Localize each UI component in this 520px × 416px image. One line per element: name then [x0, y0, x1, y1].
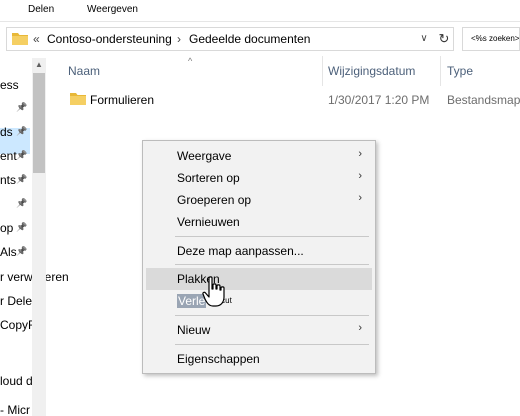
menu-item-label: Deze map aanpassen...: [177, 244, 304, 258]
pin-icon[interactable]: 📌: [16, 246, 27, 257]
search-input[interactable]: <%s zoeken>: [462, 27, 520, 51]
scroll-up-icon[interactable]: ▲: [32, 58, 46, 72]
row-type: Bestandsmap: [447, 93, 520, 107]
column-modified[interactable]: Wijzigingsdatum: [328, 64, 415, 78]
refresh-icon[interactable]: ↻: [436, 30, 452, 48]
breadcrumb-contoso[interactable]: Contoso-ondersteuning: [47, 32, 172, 46]
column-header-row: ^ Naam Wijzigingsdatum Type: [50, 56, 520, 86]
chevron-right-icon: ›: [358, 322, 362, 334]
nav-item[interactable]: Als: [0, 245, 17, 259]
search-placeholder: <%s zoeken>: [471, 34, 520, 43]
menu-item-label: Weergave: [177, 149, 232, 163]
menu-item-nieuw[interactable]: Nieuw ›: [146, 319, 372, 341]
folder-icon: [12, 33, 28, 45]
hand-cursor-icon: [202, 276, 225, 307]
nav-item[interactable]: CopyF: [0, 318, 35, 332]
breadcrumb-separator-icon[interactable]: ›: [177, 32, 181, 46]
menu-item-label: Eigenschappen: [177, 352, 260, 366]
tab-delen[interactable]: Delen: [28, 4, 54, 15]
chevron-right-icon: ›: [358, 148, 362, 160]
menu-separator: [175, 315, 369, 316]
ribbon-tabs: Delen Weergeven: [0, 0, 520, 22]
nav-item[interactable]: r Dele: [0, 294, 32, 308]
column-divider[interactable]: [322, 56, 323, 86]
row-name: Formulieren: [90, 93, 155, 107]
menu-item-label: Sorteren op: [177, 171, 240, 185]
menu-item-deze-map-aanpassen[interactable]: Deze map aanpassen...: [146, 240, 372, 262]
menu-item-label: Nieuw: [177, 323, 211, 337]
menu-item-label: Vernieuwen: [177, 215, 240, 229]
menu-item-groeperen-op[interactable]: Groeperen op ›: [146, 189, 372, 211]
address-bar[interactable]: « Contoso-ondersteuning › Gedeelde docum…: [6, 27, 454, 51]
row-modified: 1/30/2017 1:20 PM: [328, 93, 430, 107]
menu-item-sorteren-op[interactable]: Sorteren op ›: [146, 167, 372, 189]
chevron-down-icon[interactable]: ∨: [417, 31, 431, 47]
menu-item-plakken[interactable]: Plakken: [146, 268, 372, 290]
menu-item-vernieuwen[interactable]: Vernieuwen: [146, 211, 372, 233]
menu-separator: [175, 236, 369, 237]
pin-icon[interactable]: 📌: [16, 150, 27, 161]
tab-weergeven[interactable]: Weergeven: [87, 4, 138, 15]
overflow-chevron-icon[interactable]: «: [33, 32, 40, 46]
menu-item-verleng[interactable]: Verle ik recut: [146, 290, 372, 312]
nav-item[interactable]: ent: [0, 149, 17, 163]
column-divider[interactable]: [440, 56, 441, 86]
pin-icon[interactable]: 📌: [16, 222, 27, 233]
menu-item-weergave[interactable]: Weergave ›: [146, 145, 372, 167]
nav-item[interactable]: op: [0, 221, 13, 235]
nav-item[interactable]: - Micr: [0, 403, 30, 416]
chevron-right-icon: ›: [358, 170, 362, 182]
menu-separator: [175, 264, 369, 265]
sort-ascending-icon: ^: [188, 56, 193, 66]
nav-item[interactable]: ds: [0, 125, 13, 139]
nav-item[interactable]: nts: [0, 173, 16, 187]
pin-icon[interactable]: 📌: [16, 198, 27, 209]
context-menu: Weergave › Sorteren op › Groeperen op › …: [142, 140, 376, 374]
chevron-right-icon: ›: [358, 192, 362, 204]
table-row[interactable]: Formulieren 1/30/2017 1:20 PM Bestandsma…: [50, 88, 520, 112]
column-type[interactable]: Type: [447, 64, 473, 78]
menu-item-eigenschappen[interactable]: Eigenschappen: [146, 348, 372, 370]
nav-item[interactable]: ess: [0, 78, 19, 92]
nav-scrollbar-thumb[interactable]: [33, 73, 45, 173]
folder-icon: [70, 93, 86, 105]
menu-separator: [175, 344, 369, 345]
pin-icon[interactable]: 📌: [16, 174, 27, 185]
menu-item-label: Groeperen op: [177, 193, 252, 207]
breadcrumb-gedeelde-documenten[interactable]: Gedeelde documenten: [189, 32, 310, 46]
pin-icon[interactable]: 📌: [16, 102, 27, 113]
column-name[interactable]: Naam: [68, 64, 100, 78]
pin-icon[interactable]: 📌: [16, 126, 27, 137]
